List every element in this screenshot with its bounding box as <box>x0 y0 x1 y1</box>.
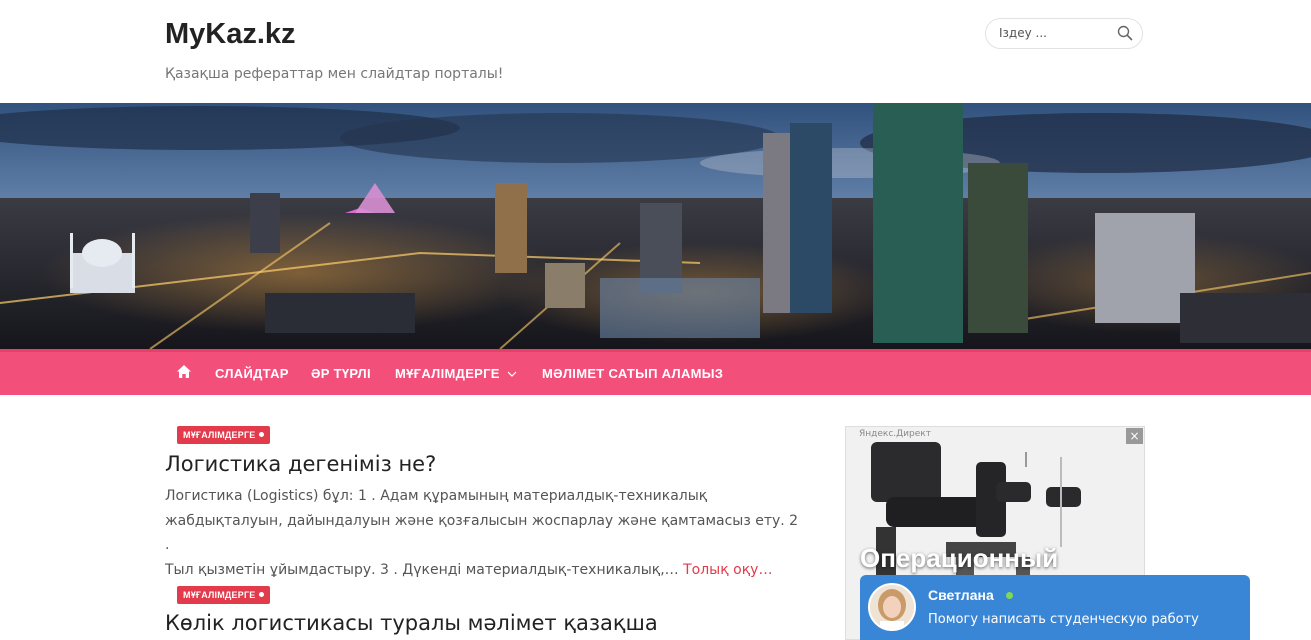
header-banner-image <box>0 103 1311 349</box>
nav-item-misc[interactable]: ӘР ТҮРЛІ <box>311 352 371 395</box>
ad-label: Яндекс.Директ <box>859 429 931 439</box>
excerpt-line: Тыл қызметін ұйымдастыру. 3 . Дүкенді ма… <box>165 558 805 583</box>
category-badge-label: МҰҒАЛІМДЕРГЕ <box>183 590 256 600</box>
chevron-down-icon <box>507 371 517 377</box>
read-more-link[interactable]: Толық оқу… <box>683 562 772 578</box>
search-icon[interactable] <box>1117 25 1133 41</box>
category-badge-label: МҰҒАЛІМДЕРГЕ <box>183 430 256 440</box>
chat-message: Помогу написать студенческую работу <box>928 612 1199 627</box>
excerpt-line: Логистика (Logistics) бұл: 1 . Адам құра… <box>165 488 708 504</box>
nav-item-buy-info[interactable]: МӘЛІМЕТ САТЫП АЛАМЫЗ <box>542 352 723 395</box>
nav-item-teachers-label: МҰҒАЛІМДЕРГЕ <box>395 366 500 381</box>
dot-icon <box>259 432 265 437</box>
main-navigation: СЛАЙДТАР ӘР ТҮРЛІ МҰҒАЛІМДЕРГЕ МӘЛІМЕТ С… <box>0 349 1311 395</box>
home-icon[interactable] <box>176 364 192 380</box>
post-title[interactable]: Көлік логистикасы туралы мәлімет қазақша <box>165 611 658 635</box>
chat-agent-name: Светлана <box>928 587 994 603</box>
online-status-icon <box>1006 592 1013 599</box>
search-box[interactable] <box>985 18 1143 49</box>
post-excerpt: Логистика (Logistics) бұл: 1 . Адам құра… <box>165 484 805 582</box>
excerpt-line: жабдықталуын, дайындалуын және қозғалысы… <box>165 512 799 554</box>
site-description: Қазақша рефераттар мен слайдтар порталы! <box>165 66 504 82</box>
ad-headline[interactable]: Операционный <box>860 543 1058 574</box>
site-title[interactable]: MyKaz.kz <box>165 18 296 51</box>
close-icon[interactable]: × <box>1126 428 1143 444</box>
nav-item-slides[interactable]: СЛАЙДТАР <box>215 352 289 395</box>
excerpt-text: Тыл қызметін ұйымдастыру. 3 . Дүкенді ма… <box>165 561 679 578</box>
category-badge[interactable]: МҰҒАЛІМДЕРГЕ <box>177 426 271 444</box>
search-input[interactable] <box>997 25 1113 41</box>
avatar <box>868 583 916 631</box>
dot-icon <box>259 592 265 597</box>
post-title[interactable]: Логистика дегеніміз не? <box>165 452 436 476</box>
category-badge[interactable]: МҰҒАЛІМДЕРГЕ <box>177 586 271 604</box>
nav-item-teachers[interactable]: МҰҒАЛІМДЕРГЕ <box>395 352 517 395</box>
chat-widget[interactable]: Светлана Помогу написать студенческую ра… <box>860 575 1250 640</box>
